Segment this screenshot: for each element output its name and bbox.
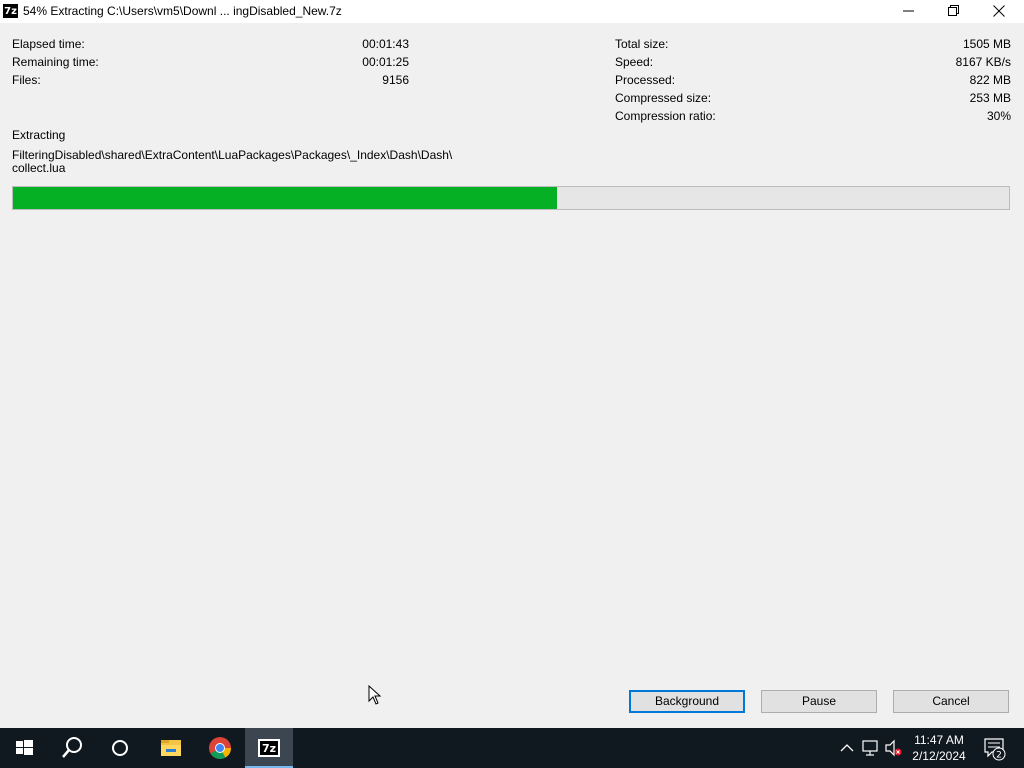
current-file-path-line1: FilteringDisabled\shared\ExtraContent\Lu… [12,148,453,162]
close-icon [993,5,1005,17]
speed-label: Speed: [615,55,654,69]
elapsed-time-value: 00:01:43 [362,37,409,51]
chrome-icon [209,737,231,759]
compression-ratio-label: Compression ratio: [615,109,716,123]
minimize-icon [903,10,914,12]
mouse-cursor-icon [368,685,382,705]
svg-text:7z: 7z [262,742,276,755]
clock-date: 2/12/2024 [912,749,966,763]
total-size-value: 1505 MB [962,37,1011,51]
taskbar: 7z 11:47 AM 2/12/2024 2 [0,728,1024,768]
total-size-label: Total size: [615,37,669,51]
progress-bar-fill [13,187,557,209]
remaining-time-label: Remaining time: [12,55,99,69]
task-view-button[interactable] [96,728,144,768]
files-value: 9156 [382,73,409,87]
compression-ratio-value: 30% [986,109,1011,123]
title-bar: 7z 54% Extracting C:\Users\vm5\Downl ...… [0,0,1024,23]
restore-icon [948,5,959,16]
close-button[interactable] [976,0,1022,23]
notification-count: 2 [996,751,1002,761]
restore-button[interactable] [931,0,977,23]
task-view-icon [112,740,128,756]
compressed-size-value: 253 MB [969,91,1011,105]
remaining-time-value: 00:01:25 [362,55,409,69]
7zip-taskbar-button[interactable]: 7z [245,728,293,768]
search-icon [62,737,82,758]
background-button[interactable]: Background [629,690,745,713]
window-title: 54% Extracting C:\Users\vm5\Downl ... in… [23,4,342,18]
volume-muted-icon[interactable] [884,728,904,768]
file-explorer-icon [161,740,181,756]
speed-value: 8167 KB/s [955,55,1011,69]
progress-bar [12,186,1010,210]
start-button[interactable] [0,728,48,768]
elapsed-time-label: Elapsed time: [12,37,85,51]
clock[interactable]: 11:47 AM 2/12/2024 [904,732,974,764]
network-icon[interactable] [861,728,881,768]
processed-value: 822 MB [969,73,1011,87]
chevron-up-icon[interactable] [838,728,856,768]
clock-time: 11:47 AM [914,733,964,747]
current-file-path-line2: collect.lua [12,161,66,175]
start-icon [16,740,33,755]
status-heading: Extracting [12,128,66,142]
compressed-size-label: Compressed size: [615,91,712,105]
processed-label: Processed: [615,73,676,87]
pause-button[interactable]: Pause [761,690,877,713]
chrome-button[interactable] [196,728,244,768]
7zip-icon: 7z [258,739,280,757]
minimize-button[interactable] [886,0,932,23]
cancel-button[interactable]: Cancel [893,690,1009,713]
search-button[interactable] [48,728,96,768]
files-label: Files: [12,73,41,87]
file-explorer-button[interactable] [147,728,195,768]
7zip-app-icon: 7z [3,4,18,18]
notification-center-icon[interactable]: 2 [982,728,1008,768]
